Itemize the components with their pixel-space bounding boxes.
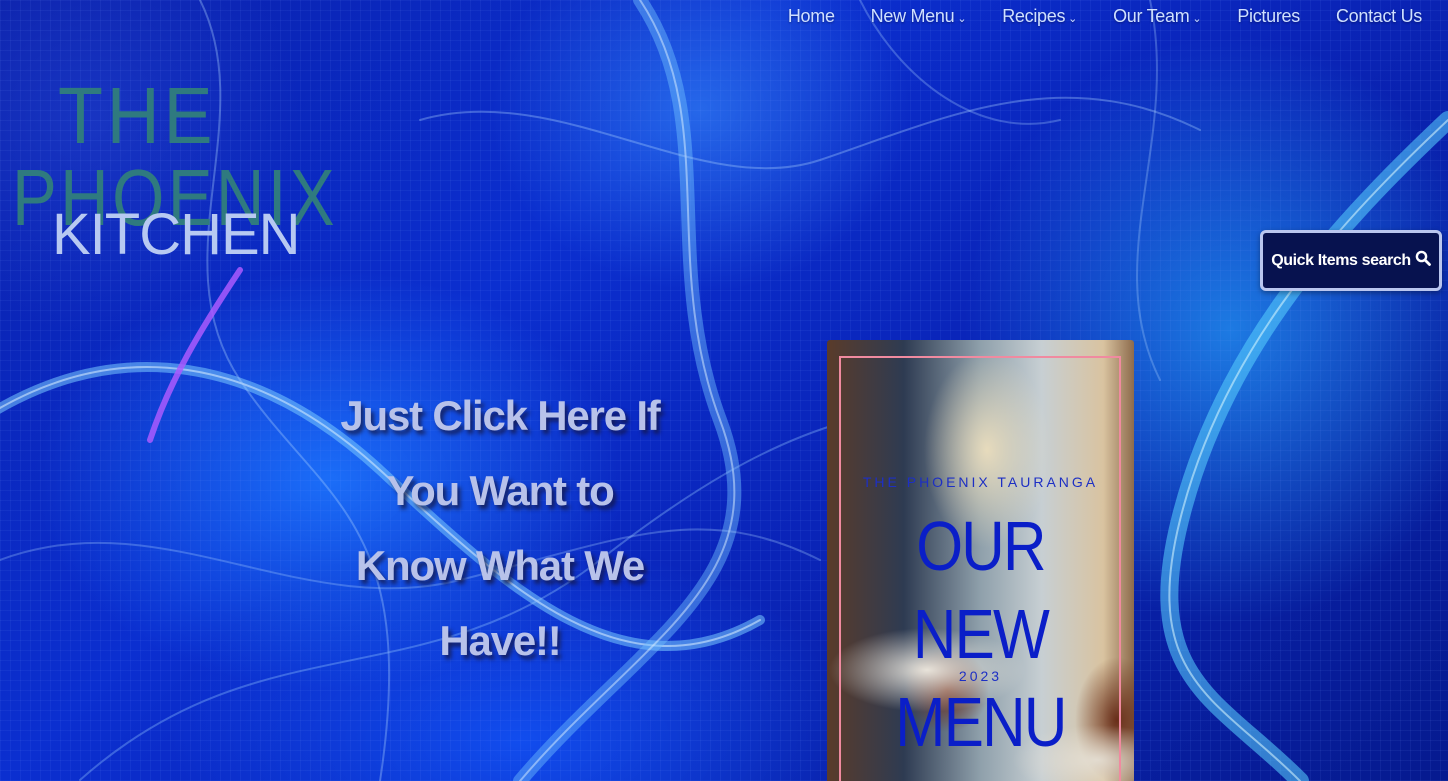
nav-contact-us-label: Contact Us xyxy=(1335,5,1422,26)
chevron-down-icon: ⌄ xyxy=(1192,12,1202,25)
logo-line-the: THE xyxy=(58,71,217,160)
nav-contact-us[interactable]: Contact Us xyxy=(1336,6,1422,27)
main-nav: Home New Menu ⌄ Recipes ⌄ Our Team ⌄ Pic… xyxy=(788,0,1422,32)
nav-recipes[interactable]: Recipes ⌄ xyxy=(1002,6,1077,27)
nav-new-menu-label: New Menu xyxy=(870,5,955,26)
nav-home-label: Home xyxy=(787,5,835,26)
nav-home[interactable]: Home xyxy=(788,6,835,27)
menu-card-year: 2023 xyxy=(958,668,1003,684)
nav-pictures-label: Pictures xyxy=(1237,5,1300,26)
menu-card-subtitle: THE PHOENIX TAURANGA xyxy=(862,474,1099,490)
chevron-down-icon: ⌄ xyxy=(1068,12,1078,25)
quick-items-search-button[interactable]: Quick Items search xyxy=(1260,230,1442,291)
menu-cta-link[interactable]: Just Click Here If You Want to Know What… xyxy=(340,378,660,678)
nav-new-menu[interactable]: New Menu ⌄ xyxy=(871,6,967,27)
nav-recipes-label: Recipes xyxy=(1002,5,1066,26)
search-icon xyxy=(1415,250,1431,271)
nav-our-team-label: Our Team xyxy=(1113,5,1190,26)
chevron-down-icon: ⌄ xyxy=(957,12,967,25)
logo-line-kitchen: KITCHEN xyxy=(52,202,301,267)
site-logo[interactable]: THE PHOENIX KITCHEN xyxy=(12,71,335,266)
nav-pictures[interactable]: Pictures xyxy=(1237,6,1300,27)
new-menu-card[interactable]: THE PHOENIX TAURANGA OUR NEW MENU 2023 xyxy=(827,340,1134,781)
nav-our-team[interactable]: Our Team ⌄ xyxy=(1113,5,1202,27)
quick-items-search-label: Quick Items search xyxy=(1271,251,1411,269)
menu-card-title: OUR NEW MENU xyxy=(895,507,1067,761)
